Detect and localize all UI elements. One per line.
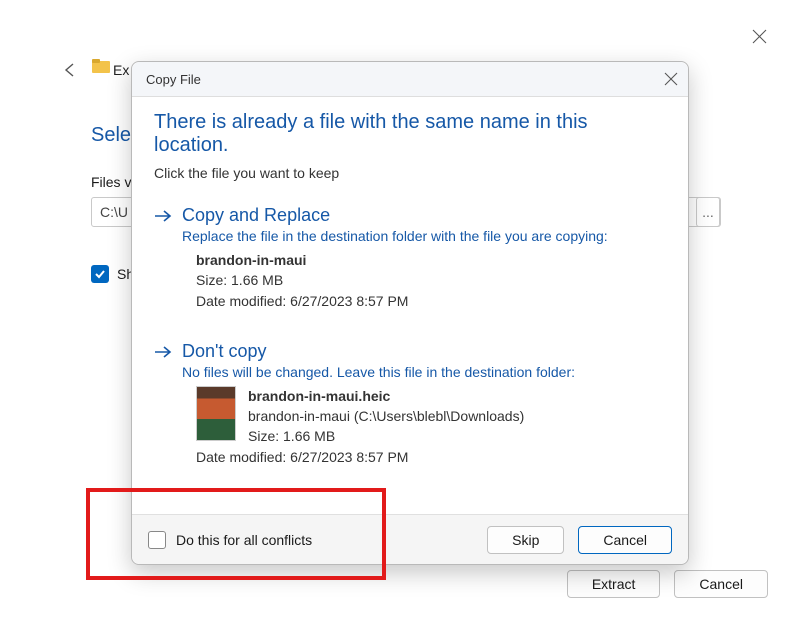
close-icon <box>664 72 678 86</box>
option2-title: Don't copy <box>182 341 575 362</box>
checkbox-unchecked-icon <box>148 531 166 549</box>
option1-title: Copy and Replace <box>182 205 608 226</box>
arrow-right-icon <box>154 341 174 380</box>
checkbox-checked-icon <box>91 265 109 283</box>
copy-conflict-dialog: Copy File There is already a file with t… <box>131 61 689 565</box>
dialog-footer: Do this for all conflicts Skip Cancel <box>132 514 688 564</box>
option2-modified: Date modified: 6/27/2023 8:57 PM <box>196 447 666 467</box>
files-label-fragment: Files v <box>91 174 131 190</box>
dialog-close-button[interactable] <box>664 72 678 86</box>
outer-cancel-button[interactable]: Cancel <box>674 570 768 598</box>
option1-meta: brandon-in-maui Size: 1.66 MB Date modif… <box>196 250 666 311</box>
back-button[interactable] <box>62 62 78 78</box>
option2-path: brandon-in-maui (C:\Users\blebl\Download… <box>196 406 666 426</box>
arrow-left-icon <box>62 62 78 78</box>
option-dont-copy[interactable]: Don't copy No files will be changed. Lea… <box>154 341 666 380</box>
option1-desc: Replace the file in the destination fold… <box>182 228 608 244</box>
folder-icon <box>92 58 110 77</box>
skip-button[interactable]: Skip <box>487 526 564 554</box>
option2-filename: brandon-in-maui.heic <box>196 386 666 406</box>
option1-modified: Date modified: 6/27/2023 8:57 PM <box>196 291 666 311</box>
path-text: C:\U <box>100 204 128 220</box>
option2-desc: No files will be changed. Leave this fil… <box>182 364 575 380</box>
show-checkbox-row[interactable]: Sh <box>91 265 134 283</box>
file-thumbnail <box>196 386 236 441</box>
all-conflicts-checkbox[interactable]: Do this for all conflicts <box>148 531 312 549</box>
option2-meta: brandon-in-maui.heic brandon-in-maui (C:… <box>196 386 666 467</box>
browse-button[interactable]: ... <box>696 197 720 227</box>
arrow-right-icon <box>154 205 174 244</box>
outer-close-button[interactable] <box>751 28 768 45</box>
option-copy-replace[interactable]: Copy and Replace Replace the file in the… <box>154 205 666 244</box>
extract-button[interactable]: Extract <box>567 570 661 598</box>
option1-size: Size: 1.66 MB <box>196 270 666 290</box>
dialog-title: Copy File <box>146 72 201 87</box>
option2-size: Size: 1.66 MB <box>196 426 666 446</box>
select-heading-fragment: Sele <box>91 124 131 147</box>
window-title-fragment: Ex <box>113 62 129 78</box>
all-conflicts-label: Do this for all conflicts <box>176 532 312 548</box>
option1-filename: brandon-in-maui <box>196 250 666 270</box>
dialog-titlebar: Copy File <box>132 62 688 97</box>
conflict-subhead: Click the file you want to keep <box>154 165 666 181</box>
dialog-cancel-button[interactable]: Cancel <box>578 526 672 554</box>
conflict-headline: There is already a file with the same na… <box>154 111 666 157</box>
close-icon <box>752 29 767 44</box>
